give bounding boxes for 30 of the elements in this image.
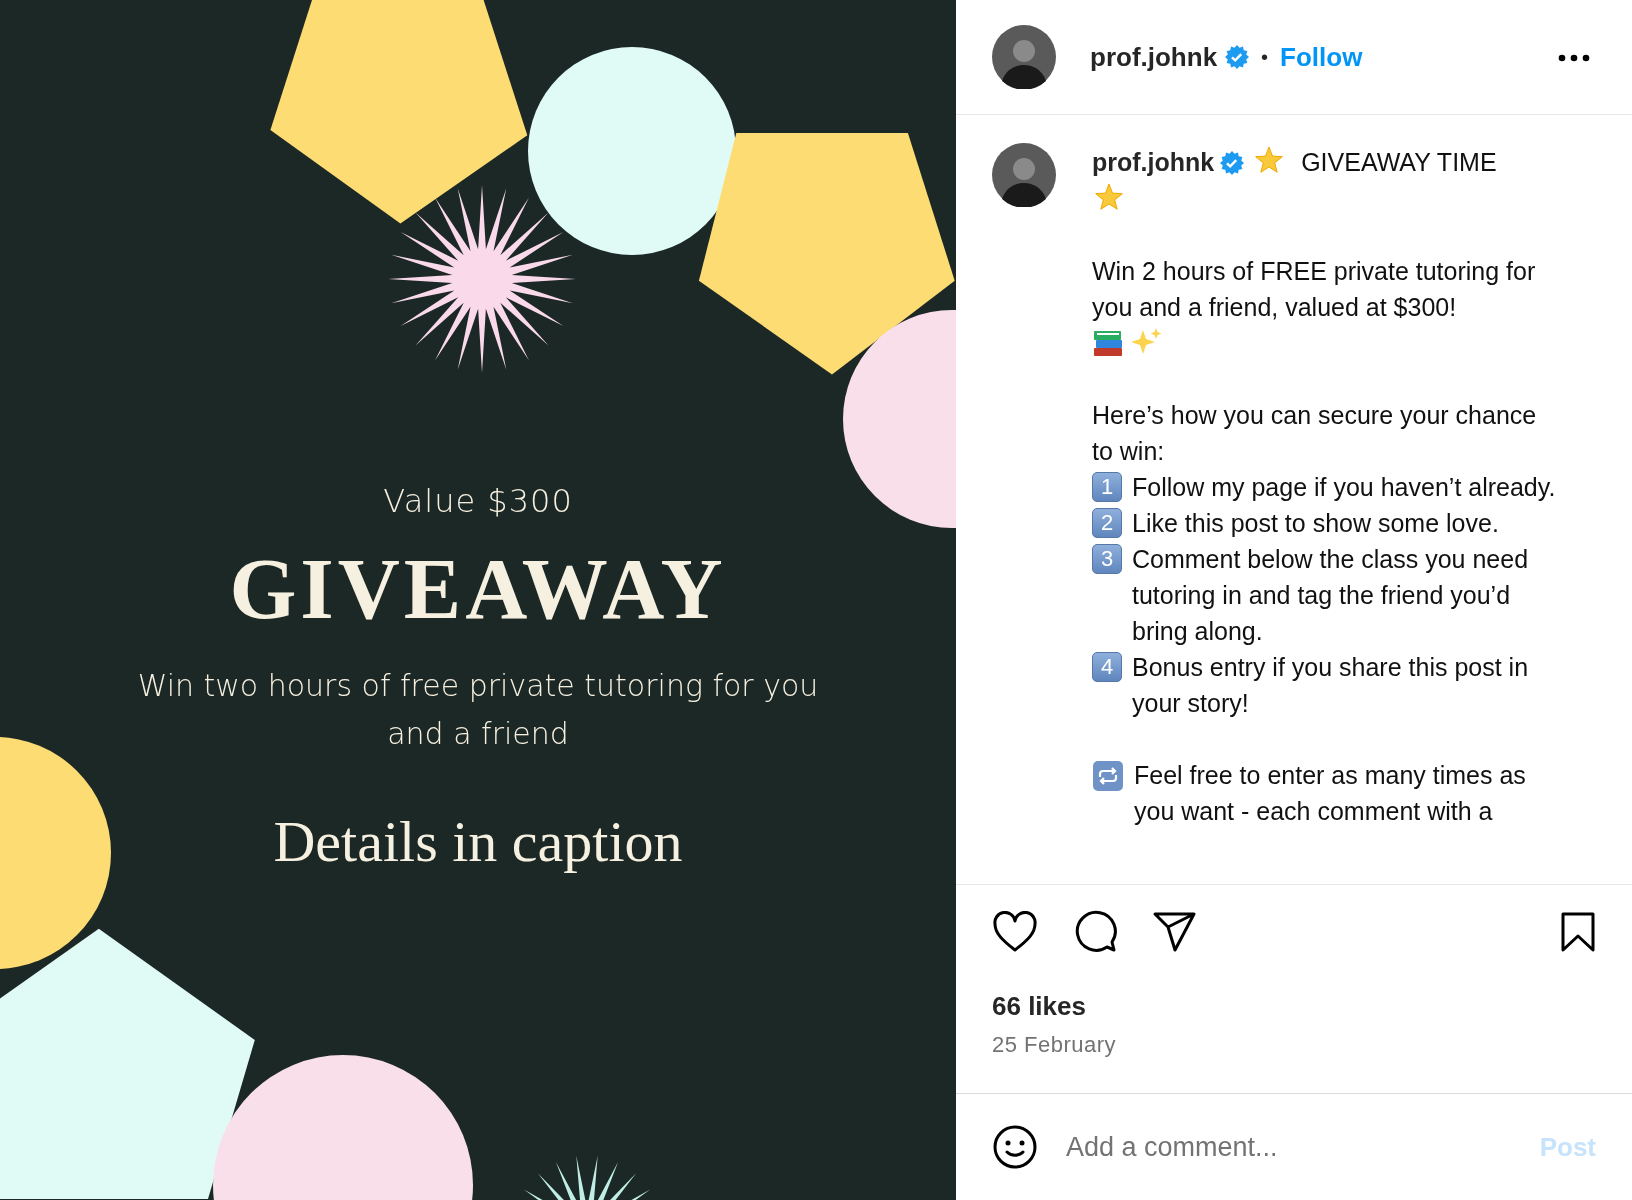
value-text: Value $300 bbox=[383, 482, 573, 520]
emoji-button[interactable] bbox=[992, 1124, 1038, 1170]
step-text: Like this post to show some love. bbox=[1132, 508, 1499, 539]
caption-text: Feel free to enter as many times as you want - each comment with a bbox=[1134, 760, 1527, 827]
number-badge: 2 bbox=[1092, 508, 1122, 538]
details-text: Details in caption bbox=[273, 808, 683, 875]
like-button[interactable] bbox=[992, 911, 1038, 953]
books-icon bbox=[1092, 328, 1124, 358]
number-badge: 1 bbox=[1092, 472, 1122, 502]
caption-title: GIVEAWAY TIME bbox=[1300, 148, 1497, 176]
likes-count[interactable]: 66 likes bbox=[992, 991, 1596, 1022]
avatar-icon bbox=[992, 25, 1056, 89]
number-badge: 4 bbox=[1092, 652, 1122, 682]
username-link[interactable]: prof.johnk bbox=[1092, 148, 1215, 176]
number-badge: 3 bbox=[1092, 544, 1122, 574]
caption-text: Win 2 hours of FREE private tutoring for you and a friend, valued at $300! bbox=[1092, 257, 1536, 321]
giveaway-subtitle: Win two hours of free private tutoring for you and a friend bbox=[136, 667, 820, 753]
separator-dot: • bbox=[1261, 45, 1269, 69]
bookmark-button[interactable] bbox=[1560, 911, 1596, 953]
post-date: 25 February bbox=[992, 1032, 1118, 1058]
step-text: Follow my page if you haven’t already. bbox=[1132, 472, 1556, 503]
more-options-icon[interactable] bbox=[1558, 53, 1590, 62]
step-text: Bonus entry if you share this post in your story! bbox=[1132, 652, 1530, 719]
repeat-icon bbox=[1092, 760, 1124, 792]
share-button[interactable] bbox=[1152, 911, 1196, 953]
step-text: Comment below the class you need tutoring in and tag the friend you’d bring along. bbox=[1132, 544, 1530, 647]
caption-text: Here’s how you can secure your chance to win: bbox=[1092, 401, 1537, 465]
giveaway-title: GIVEAWAY bbox=[229, 546, 727, 632]
username-link[interactable]: prof.johnk bbox=[1090, 41, 1218, 73]
avatar-icon bbox=[992, 143, 1056, 207]
